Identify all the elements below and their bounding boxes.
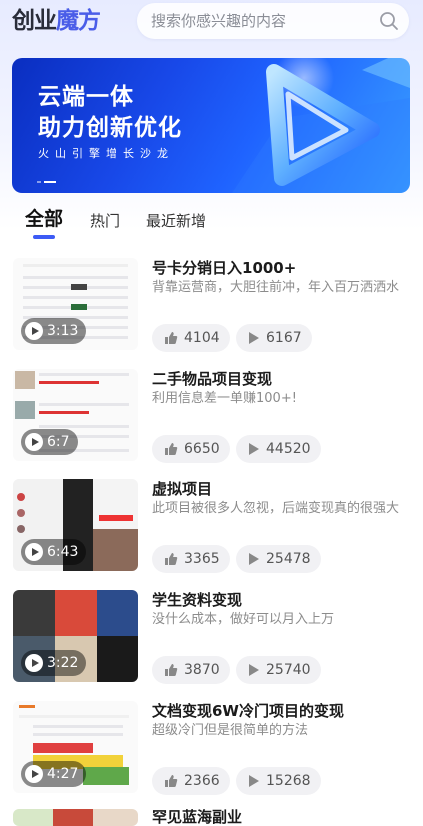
item-description: 超级冷门但是很简单的方法 (152, 723, 309, 738)
item-description: 背靠运营商，大胆往前冲，年入百万洒洒水 (152, 280, 400, 295)
duration-text: 6:43 (47, 544, 79, 560)
play-icon (25, 433, 43, 451)
video-thumbnail[interactable]: 3:22 (13, 590, 138, 682)
like-count-text: 3365 (184, 551, 220, 567)
duration-text: 4:27 (47, 766, 79, 782)
banner-pagination (37, 171, 59, 190)
like-count[interactable]: 3870 (152, 656, 230, 684)
duration-badge: 6:7 (21, 429, 78, 455)
search-bar[interactable]: 搜索你感兴趣的内容 (137, 3, 409, 39)
play-count-text: 15268 (266, 773, 311, 789)
tab-recent[interactable]: 最近新增 (146, 209, 206, 233)
item-title[interactable]: 号卡分销日入1000+ (152, 258, 412, 278)
thumbs-up-icon (165, 553, 178, 565)
play-count: 15268 (236, 767, 321, 795)
play-count-icon (249, 553, 259, 565)
play-icon (25, 654, 43, 672)
play-count-icon (249, 443, 259, 455)
tab-hot[interactable]: 热门 (90, 209, 120, 233)
item-description: 此项目被很多人忽视，后端变现真的很强大 (152, 501, 400, 516)
app-logo[interactable]: 创业魔方 (12, 6, 101, 36)
play-count-text: 25478 (266, 551, 311, 567)
item-title[interactable]: 学生资料变现 (152, 590, 412, 610)
thumbs-up-icon (165, 775, 178, 787)
play-count-icon (249, 775, 259, 787)
play-count-icon (249, 332, 259, 344)
item-title[interactable]: 罕见蓝海副业 (152, 809, 412, 826)
play-count-text: 44520 (266, 441, 311, 457)
play-count-text: 6167 (266, 330, 302, 346)
item-title[interactable]: 虚拟项目 (152, 479, 412, 499)
banner-headline-2: 助力创新优化 (38, 115, 182, 141)
video-thumbnail[interactable] (13, 809, 138, 826)
play-count: 25740 (236, 656, 321, 684)
video-thumbnail[interactable]: 4:27 (13, 701, 138, 793)
thumbs-up-icon (165, 664, 178, 676)
duration-badge: 4:27 (21, 761, 87, 787)
video-thumbnail[interactable]: 3:13 (13, 258, 138, 350)
thumbs-up-icon (165, 443, 178, 455)
banner-dot[interactable] (37, 180, 41, 183)
banner-triangle-graphic (232, 58, 410, 193)
play-count-icon (249, 664, 259, 676)
video-thumbnail[interactable]: 6:43 (13, 479, 138, 571)
play-count: 25478 (236, 545, 321, 573)
active-tab-indicator (33, 235, 55, 239)
video-thumbnail[interactable]: 6:7 (13, 369, 138, 461)
search-placeholder: 搜索你感兴趣的内容 (151, 12, 287, 30)
play-icon (25, 765, 43, 783)
like-count-text: 6650 (184, 441, 220, 457)
play-icon (25, 543, 43, 561)
item-description: 没什么成本，做好可以月入上万 (152, 612, 335, 627)
promo-banner[interactable]: 云端一体 助力创新优化 火山引擎增长沙龙 (12, 58, 410, 193)
like-count[interactable]: 6650 (152, 435, 230, 463)
banner-headline-1: 云端一体 (38, 84, 134, 110)
tab-all[interactable]: 全部 (25, 207, 63, 231)
duration-badge: 3:13 (21, 318, 87, 344)
list-item[interactable]: 6:43 虚拟项目 此项目被很多人忽视，后端变现真的很强大 3365 25478 (0, 479, 423, 589)
like-count-text: 3870 (184, 662, 220, 678)
play-count-text: 25740 (266, 662, 311, 678)
duration-text: 6:7 (47, 434, 70, 450)
banner-subtitle: 火山引擎增长沙龙 (38, 147, 174, 160)
play-count: 44520 (236, 435, 321, 463)
duration-text: 3:13 (47, 323, 79, 339)
app-header: 创业魔方 搜索你感兴趣的内容 (0, 0, 423, 44)
item-title[interactable]: 文档变现6W冷门项目的变现 (152, 701, 412, 721)
list-item[interactable]: 3:13 号卡分销日入1000+ 背靠运营商，大胆往前冲，年入百万洒洒水 410… (0, 258, 423, 368)
duration-badge: 6:43 (21, 539, 87, 565)
list-item[interactable]: 3:22 学生资料变现 没什么成本，做好可以月入上万 3870 25740 (0, 590, 423, 700)
like-count[interactable]: 4104 (152, 324, 230, 352)
search-icon[interactable] (379, 11, 399, 31)
duration-badge: 3:22 (21, 650, 87, 676)
like-count-text: 2366 (184, 773, 220, 789)
duration-text: 3:22 (47, 655, 79, 671)
logo-text-brand: 魔方 (56, 8, 101, 34)
like-count[interactable]: 3365 (152, 545, 230, 573)
banner-dot-active[interactable] (44, 180, 56, 183)
item-title[interactable]: 二手物品项目变现 (152, 369, 412, 389)
logo-text-primary: 创业 (12, 8, 57, 34)
play-icon (25, 322, 43, 340)
like-count[interactable]: 2366 (152, 767, 230, 795)
thumbs-up-icon (165, 332, 178, 344)
item-description: 利用信息差一单赚100+! (152, 391, 297, 406)
like-count-text: 4104 (184, 330, 220, 346)
list-item[interactable]: 罕见蓝海副业 (0, 809, 423, 826)
list-item[interactable]: 6:7 二手物品项目变现 利用信息差一单赚100+! 6650 44520 (0, 369, 423, 479)
play-count: 6167 (236, 324, 312, 352)
list-item[interactable]: 4:27 文档变现6W冷门项目的变现 超级冷门但是很简单的方法 2366 152… (0, 701, 423, 811)
